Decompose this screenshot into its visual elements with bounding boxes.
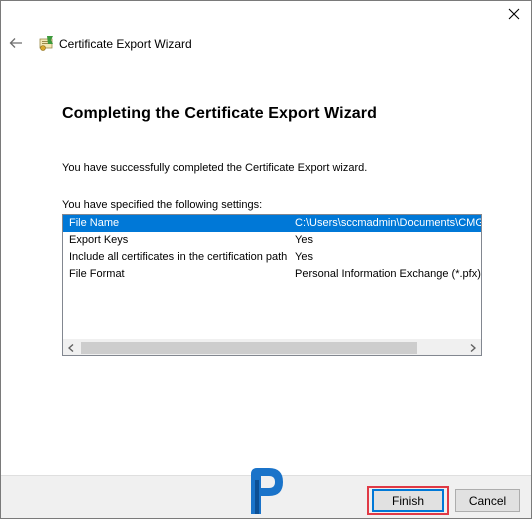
prajwal-logo-icon [251,468,283,514]
settings-rows: File Name C:\Users\sccmadmin\Documents\C… [63,215,481,283]
settings-row-file-name[interactable]: File Name C:\Users\sccmadmin\Documents\C… [63,215,481,232]
cancel-button[interactable]: Cancel [455,489,520,512]
settings-row-export-keys[interactable]: Export Keys Yes [63,232,481,249]
setting-value: Yes [295,251,313,263]
settings-row-file-format[interactable]: File Format Personal Information Exchang… [63,266,481,283]
setting-value: Yes [295,234,313,246]
page-heading: Completing the Certificate Export Wizard [62,105,377,122]
scroll-left-button[interactable] [63,340,79,355]
horizontal-scrollbar[interactable] [63,339,481,355]
back-button[interactable] [7,35,25,51]
settings-listbox[interactable]: File Name C:\Users\sccmadmin\Documents\C… [62,214,482,356]
setting-name: File Name [69,217,120,229]
scrollbar-thumb[interactable] [81,342,417,354]
setting-name: Export Keys [69,234,129,246]
close-icon [508,8,520,20]
setting-value: C:\Users\sccmadmin\Documents\CMG- [295,217,481,229]
close-button[interactable] [501,3,527,25]
setting-name: File Format [69,268,125,280]
back-arrow-icon [9,38,22,48]
settings-label: You have specified the following setting… [62,199,263,211]
chevron-right-icon [470,344,476,352]
wizard-title: Certificate Export Wizard [59,37,192,51]
chevron-left-icon [68,344,74,352]
success-message: You have successfully completed the Cert… [62,162,368,174]
setting-name: Include all certificates in the certific… [69,251,288,263]
wizard-header: Certificate Export Wizard [1,29,531,57]
certificate-wizard-icon [39,36,53,51]
scroll-right-button[interactable] [465,340,481,355]
finish-button[interactable]: Finish [372,489,444,512]
setting-value: Personal Information Exchange (*.pfx) [295,268,481,280]
settings-row-include-all-certificates[interactable]: Include all certificates in the certific… [63,249,481,266]
wizard-window: Certificate Export Wizard Completing the… [0,0,532,519]
